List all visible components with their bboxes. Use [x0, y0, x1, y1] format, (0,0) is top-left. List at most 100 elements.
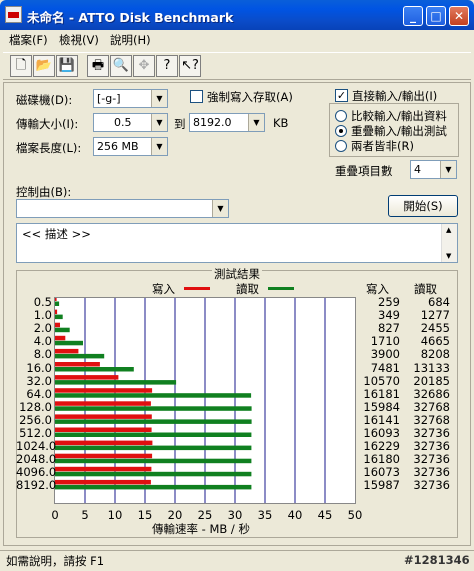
- chevron-down-icon[interactable]: ▼: [151, 138, 167, 155]
- x-tick-label: 0: [51, 508, 59, 522]
- menu-file[interactable]: 檔案(F): [9, 32, 48, 48]
- menu-help[interactable]: 說明(H): [110, 32, 151, 48]
- row-write-value: 16181: [363, 387, 400, 401]
- read-bar: [55, 484, 252, 490]
- maximize-button[interactable]: □: [426, 6, 446, 26]
- direct-io-checkbox[interactable]: ✓: [335, 89, 348, 102]
- row-write-value: 16141: [363, 413, 400, 427]
- read-bar: [55, 327, 70, 333]
- control-select[interactable]: ▼: [16, 199, 229, 218]
- row-read-value: 32736: [413, 465, 450, 479]
- x-tick-label: 20: [167, 508, 183, 522]
- row-read-value: 4665: [420, 334, 450, 348]
- menu-view[interactable]: 檢視(V): [59, 32, 99, 48]
- transfer-from-value: 0.5: [114, 116, 132, 129]
- row-size-label: 1024.0: [16, 439, 57, 453]
- radio-compare[interactable]: [335, 110, 347, 122]
- app-icon[interactable]: [5, 6, 22, 23]
- save-icon[interactable]: 💾: [56, 55, 78, 77]
- scroll-up-icon[interactable]: ▲: [446, 226, 451, 234]
- row-size-label: 1.0: [33, 308, 52, 322]
- legend-write-swatch: [184, 287, 210, 290]
- read-bar: [55, 393, 252, 398]
- start-button[interactable]: 開始(S): [388, 195, 458, 217]
- row-size-label: 2048.0: [16, 452, 57, 466]
- read-bar: [55, 406, 252, 411]
- context-help-icon[interactable]: ↖?: [179, 55, 201, 77]
- print-preview-icon[interactable]: 🔍: [110, 55, 132, 77]
- radio-overlap[interactable]: [335, 125, 347, 137]
- x-tick-label: 10: [107, 508, 123, 522]
- row-read-value: 2455: [420, 321, 450, 335]
- radio-neither[interactable]: [335, 140, 347, 152]
- write-bar: [55, 466, 152, 472]
- chevron-down-icon[interactable]: ▼: [151, 114, 167, 131]
- chevron-down-icon[interactable]: ▼: [151, 90, 167, 107]
- read-bar: [55, 458, 252, 464]
- write-bar: [55, 479, 151, 485]
- row-read-value: 1277: [420, 308, 450, 322]
- legend-read-swatch: [268, 287, 294, 290]
- legend-read-label: 讀取: [236, 282, 259, 296]
- read-bar: [55, 340, 83, 346]
- radio-overlap-label: 重疊輸入/輸出測試: [351, 124, 447, 138]
- row-read-value: 8208: [420, 347, 450, 361]
- chevron-down-icon[interactable]: ▼: [212, 200, 228, 217]
- file-length-select[interactable]: 256 MB ▼: [93, 137, 168, 156]
- x-tick-label: 50: [347, 508, 363, 522]
- row-size-label: 64.0: [26, 387, 52, 401]
- read-bar: [55, 367, 134, 372]
- window-title: 未命名 - ATTO Disk Benchmark: [27, 10, 234, 25]
- row-write-value: 1710: [370, 334, 400, 348]
- x-axis-label: 傳輸速率 - MB / 秒: [152, 522, 250, 536]
- print-icon[interactable]: 🖶: [87, 55, 109, 77]
- drive-label: 磁碟機(D):: [16, 93, 73, 107]
- force-write-checkbox[interactable]: [190, 90, 203, 103]
- row-write-value: 3900: [370, 347, 400, 361]
- row-read-value: 32768: [413, 400, 450, 414]
- row-size-label: 8.0: [33, 347, 52, 361]
- read-bar: [55, 445, 252, 451]
- queue-depth-select[interactable]: 4 ▼: [410, 160, 457, 179]
- to-label: 到: [174, 117, 186, 131]
- row-size-label: 8192.0: [16, 478, 57, 492]
- row-read-value: 32736: [413, 439, 450, 453]
- read-bar: [55, 432, 252, 437]
- write-bar: [55, 348, 79, 354]
- close-button[interactable]: ✕: [449, 6, 469, 26]
- read-bar: [55, 471, 252, 477]
- transfer-from-select[interactable]: 0.5 ▼: [93, 113, 168, 132]
- move-icon[interactable]: ✥: [133, 55, 155, 77]
- new-icon[interactable]: 🗋: [10, 55, 32, 77]
- chevron-down-icon[interactable]: ▼: [248, 114, 264, 131]
- row-write-value: 259: [378, 295, 400, 309]
- write-bar: [55, 440, 153, 446]
- row-write-value: 16229: [363, 439, 400, 453]
- description-scrollbar[interactable]: ▲ ▼: [441, 224, 457, 262]
- results-title: 測試結果: [212, 266, 262, 282]
- legend-write-label: 寫入: [152, 282, 175, 296]
- row-write-value: 827: [378, 321, 400, 335]
- row-size-label: 256.0: [19, 413, 52, 427]
- write-bar: [55, 414, 152, 419]
- help-icon[interactable]: ?: [156, 55, 178, 77]
- watermark-text: #1281346: [404, 553, 470, 567]
- queue-depth-value: 4: [414, 163, 421, 176]
- file-length-label: 檔案長度(L):: [16, 141, 82, 155]
- queue-depth-label: 重疊項目數: [335, 164, 393, 178]
- unit-label: KB: [273, 116, 289, 130]
- scroll-down-icon[interactable]: ▼: [446, 252, 451, 260]
- drive-select[interactable]: [-g-] ▼: [93, 89, 168, 108]
- row-size-label: 2.0: [33, 321, 52, 335]
- row-read-value: 32736: [413, 452, 450, 466]
- open-icon[interactable]: 📂: [33, 55, 55, 77]
- read-bar: [55, 380, 177, 385]
- x-tick-label: 45: [317, 508, 333, 522]
- row-size-label: 16.0: [26, 361, 52, 375]
- file-length-value: 256 MB: [97, 140, 139, 153]
- row-read-value: 32736: [413, 478, 450, 492]
- minimize-button[interactable]: _: [403, 6, 423, 26]
- row-size-label: 4.0: [33, 334, 52, 348]
- chevron-down-icon[interactable]: ▼: [440, 161, 456, 178]
- transfer-to-select[interactable]: 8192.0 ▼: [189, 113, 265, 132]
